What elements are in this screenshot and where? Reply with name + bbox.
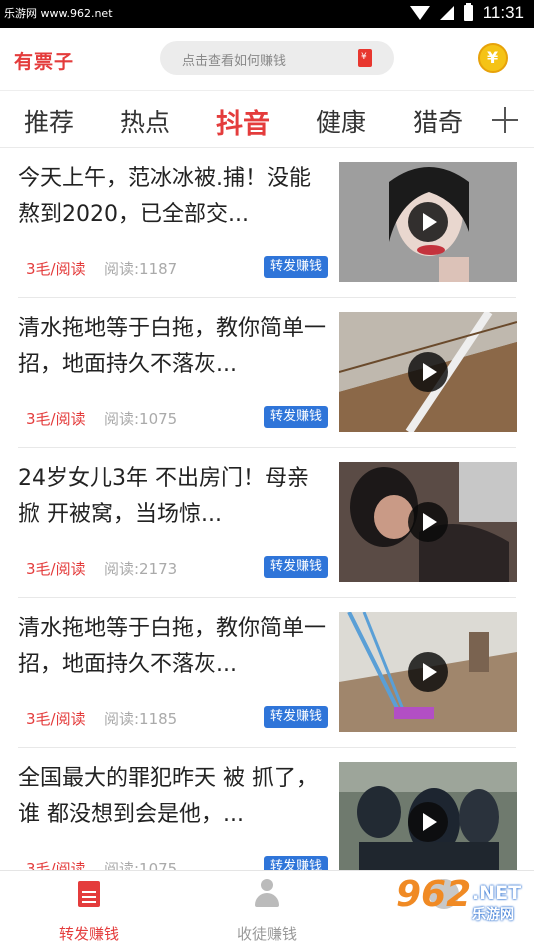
play-icon [408, 202, 448, 242]
app-logo: 有票子 [14, 51, 75, 73]
article-price: 3毛/阅读 [26, 710, 86, 728]
news-icon [78, 881, 100, 907]
article-reads: 阅读:1075 [104, 410, 178, 428]
tab-hot[interactable]: 热点 [120, 103, 170, 139]
article-item[interactable]: 今天上午，范冰冰被.捕！没能熬到2020，已全部交... 3毛/阅读 阅读:11… [0, 148, 534, 298]
article-title: 清水拖地等于白拖，教你简单一招，地面持久不落灰... [18, 616, 327, 677]
status-icons: 11:31 [409, 3, 524, 23]
article-item[interactable]: 24岁女儿3年 不出房门！母亲掀 开被窝，当场惊... 3毛/阅读 阅读:217… [0, 448, 534, 598]
category-tabs: 推荐 热点 抖音 健康 猎奇 [0, 90, 534, 148]
article-price: 3毛/阅读 [26, 260, 86, 278]
search-placeholder: 点击查看如何赚钱 [182, 54, 287, 69]
status-bar: 乐游网 www.962.net 11:31 [0, 0, 534, 28]
search-bar[interactable]: 点击查看如何赚钱 [160, 41, 394, 75]
article-title: 清水拖地等于白拖，教你简单一招，地面持久不落灰... [18, 316, 327, 377]
add-tab-icon[interactable] [492, 107, 518, 133]
tab-curious[interactable]: 猎奇 [413, 103, 463, 139]
site-watermark: 962 .NET 乐游网 [396, 874, 530, 944]
watermark-sub: 乐游网 [472, 907, 514, 923]
app-header: 有票子 点击查看如何赚钱 [0, 28, 534, 90]
play-icon [408, 652, 448, 692]
status-time: 11:31 [482, 3, 524, 22]
article-thumbnail[interactable] [339, 462, 517, 582]
article-price: 3毛/阅读 [26, 410, 86, 428]
nav-share-earn[interactable]: 转发赚钱 [0, 871, 178, 949]
article-title: 24岁女儿3年 不出房门！母亲掀 开被窝，当场惊... [18, 466, 309, 527]
article-price: 3毛/阅读 [26, 560, 86, 578]
watermark-net: .NET [472, 882, 522, 904]
status-watermark-text: 乐游网 www.962.net [4, 7, 113, 20]
nav-label: 收徒赚钱 [236, 925, 297, 943]
play-icon [408, 802, 448, 842]
watermark-number: 962 [396, 874, 472, 915]
person-icon [253, 879, 281, 909]
share-earn-button[interactable]: 转发赚钱 [264, 406, 329, 428]
article-title: 今天上午，范冰冰被.捕！没能熬到2020，已全部交... [18, 166, 311, 227]
article-thumbnail[interactable] [339, 162, 517, 282]
tab-health[interactable]: 健康 [316, 103, 366, 139]
article-reads: 阅读:2173 [104, 560, 178, 578]
share-earn-button[interactable]: 转发赚钱 [264, 256, 329, 278]
article-title: 全国最大的罪犯昨天 被 抓了，谁 都没想到会是他，... [18, 766, 318, 827]
tab-douyin[interactable]: 抖音 [216, 102, 270, 141]
red-packet-icon [358, 49, 372, 67]
article-thumbnail[interactable] [339, 312, 517, 432]
article-thumbnail[interactable] [339, 762, 517, 870]
share-earn-button[interactable]: 转发赚钱 [264, 556, 329, 578]
nav-recruit-earn[interactable]: 收徒赚钱 [178, 871, 356, 949]
article-thumbnail[interactable] [339, 612, 517, 732]
article-item[interactable]: 清水拖地等于白拖，教你简单一招，地面持久不落灰... 3毛/阅读 阅读:1075… [0, 298, 534, 448]
article-price: 3毛/阅读 [26, 860, 86, 870]
article-reads: 阅读:1187 [104, 260, 178, 278]
signal-icon [439, 6, 454, 20]
article-item[interactable]: 全国最大的罪犯昨天 被 抓了，谁 都没想到会是他，... 3毛/阅读 阅读:10… [0, 748, 534, 870]
share-earn-button[interactable]: 转发赚钱 [264, 856, 329, 870]
wifi-icon [409, 6, 430, 20]
play-icon [408, 352, 448, 392]
article-reads: 阅读:1075 [104, 860, 178, 870]
article-item[interactable]: 清水拖地等于白拖，教你简单一招，地面持久不落灰... 3毛/阅读 阅读:1185… [0, 598, 534, 748]
nav-label: 转发赚钱 [58, 925, 119, 943]
coin-icon[interactable] [478, 43, 508, 73]
article-feed: 今天上午，范冰冰被.捕！没能熬到2020，已全部交... 3毛/阅读 阅读:11… [0, 148, 534, 870]
battery-icon [463, 3, 473, 21]
article-reads: 阅读:1185 [104, 710, 178, 728]
tab-recommend[interactable]: 推荐 [24, 103, 74, 139]
play-icon [408, 502, 448, 542]
share-earn-button[interactable]: 转发赚钱 [264, 706, 329, 728]
